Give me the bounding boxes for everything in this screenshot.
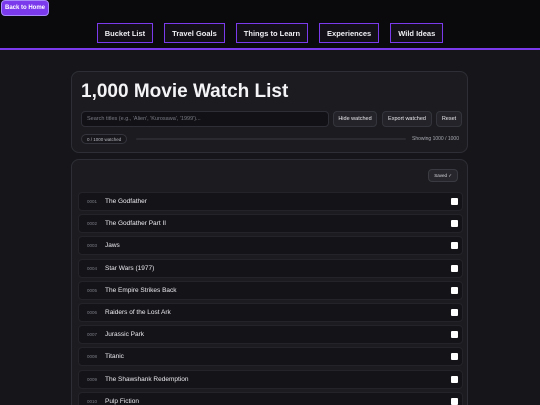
movie-title: Jaws (105, 242, 120, 250)
watched-checkbox[interactable] (451, 198, 458, 205)
movie-number: 0006 (87, 310, 98, 315)
movie-title: The Godfather (105, 198, 147, 205)
movie-title: Titanic (105, 353, 124, 361)
nav-travel-goals[interactable]: Travel Goals (164, 23, 225, 43)
reset-button[interactable]: Reset (436, 111, 462, 127)
movie-title: The Godfather Part II (105, 220, 167, 228)
list-item[interactable]: 0008 Titanic (78, 347, 463, 367)
movie-title: Pulp Fiction (105, 397, 139, 405)
watched-checkbox[interactable] (451, 397, 458, 405)
watched-count-badge: 0 / 1000 watched (81, 134, 128, 144)
watched-checkbox[interactable] (451, 220, 458, 228)
movie-number: 0002 (87, 221, 98, 227)
movie-number: 0008 (87, 354, 98, 360)
top-bar: Back to Home Bucket List Travel Goals Th… (0, 0, 540, 50)
search-input[interactable] (81, 111, 329, 127)
list-item[interactable]: 0001 The Godfather (78, 192, 463, 211)
watched-checkbox[interactable] (451, 309, 458, 316)
movie-number: 0009 (87, 376, 98, 382)
list-item[interactable]: 0003 Jaws (78, 236, 463, 256)
list-item[interactable]: 0007 Jurassic Park (78, 325, 463, 345)
movie-title: The Empire Strikes Back (105, 286, 177, 294)
watched-progress-bar (136, 138, 406, 140)
nav-experiences[interactable]: Experiences (319, 23, 380, 43)
movie-title: Raiders of the Lost Ark (105, 309, 171, 316)
watched-checkbox[interactable] (451, 375, 458, 383)
saved-status-badge: Saved ✓ (428, 169, 458, 182)
movie-number: 0004 (87, 265, 98, 271)
watched-checkbox[interactable] (451, 264, 458, 272)
list-item[interactable]: 0005 The Empire Strikes Back (78, 280, 463, 300)
movie-title: The Shawshank Redemption (105, 375, 189, 383)
nav-wild-ideas[interactable]: Wild Ideas (390, 23, 444, 43)
watched-checkbox[interactable] (451, 353, 458, 361)
nav-bar: Bucket List Travel Goals Things to Learn… (0, 23, 540, 43)
movie-number: 0007 (87, 332, 98, 338)
movie-list: Saved ✓ 0001 The Godfather 0002 The Godfath… (71, 159, 468, 405)
watched-checkbox[interactable] (451, 242, 458, 250)
export-watched-button[interactable]: Export watched (382, 111, 432, 127)
nav-things-to-learn[interactable]: Things to Learn (235, 23, 309, 43)
movie-number: 0001 (87, 199, 98, 204)
list-item[interactable]: 0006 Raiders of the Lost Ark (78, 303, 463, 322)
watched-checkbox[interactable] (451, 331, 458, 339)
list-item[interactable]: 0002 The Godfather Part II (78, 214, 463, 234)
back-to-home-button[interactable]: Back to Home (1, 0, 49, 16)
page-title: 1,000 Movie Watch List (81, 81, 289, 102)
movie-number: 0005 (87, 287, 98, 293)
nav-bucket-list[interactable]: Bucket List (96, 23, 154, 43)
header-card: 1,000 Movie Watch List Hide watched Expo… (71, 71, 468, 153)
movie-number: 0003 (87, 243, 98, 249)
watched-checkbox[interactable] (451, 286, 458, 294)
list-item[interactable]: 0004 Star Wars (1977) (78, 258, 463, 278)
list-item[interactable]: 0010 Pulp Fiction (78, 391, 463, 405)
movie-number: 0010 (87, 398, 98, 404)
movie-title: Jurassic Park (105, 331, 145, 339)
showing-count: Showing 1000 / 1000 (412, 136, 459, 142)
movie-title: Star Wars (1977) (105, 264, 155, 272)
list-item[interactable]: 0009 The Shawshank Redemption (78, 369, 463, 389)
hide-watched-button[interactable]: Hide watched (333, 111, 377, 127)
